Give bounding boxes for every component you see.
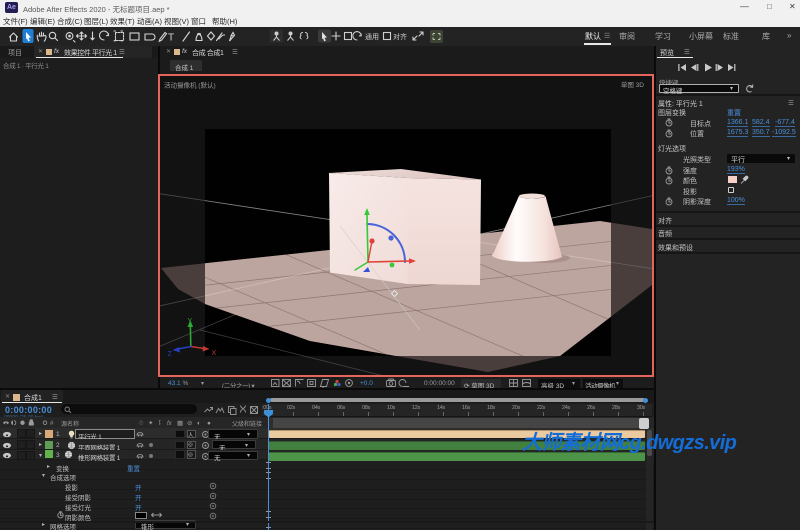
svg-text:◐: ◐ xyxy=(197,420,201,427)
svg-text:T: T xyxy=(168,33,174,44)
svg-text:●: ● xyxy=(207,420,211,427)
svg-text:fx: fx xyxy=(167,421,173,427)
svg-text:☃: ☃ xyxy=(138,418,144,427)
svg-text:▦: ▦ xyxy=(177,420,183,427)
svg-text:#: # xyxy=(50,421,54,427)
svg-text:✦: ✦ xyxy=(148,419,154,427)
svg-text:⥝: ⥝ xyxy=(158,420,161,427)
svg-text:⊘: ⊘ xyxy=(187,420,193,427)
